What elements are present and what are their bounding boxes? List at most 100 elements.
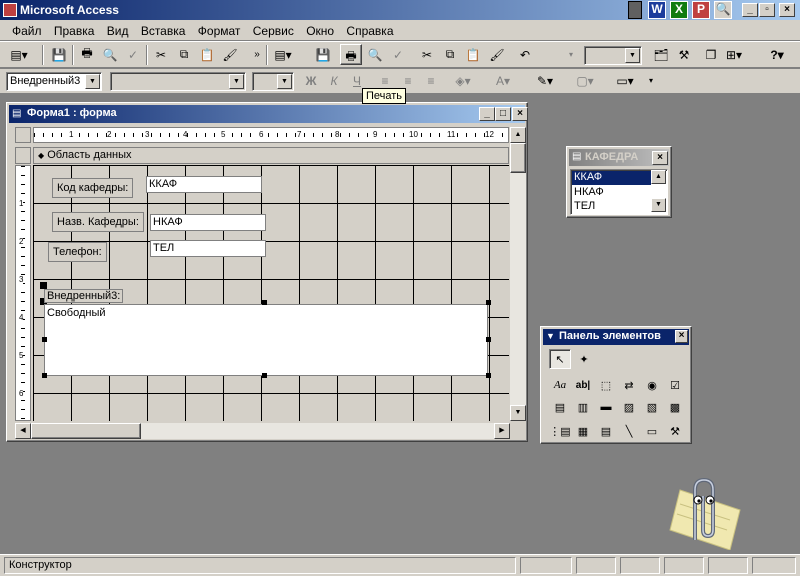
size-combo[interactable]: ▼ [252,72,294,91]
italic-icon[interactable]: К [323,70,345,91]
chevron-down-icon[interactable]: ▼ [229,74,244,89]
menu-insert[interactable]: Вставка [141,24,186,38]
form-minimize-button[interactable]: _ [479,107,495,121]
resize-handle[interactable] [42,337,47,342]
resize-handle[interactable] [486,373,491,378]
form-selector[interactable] [15,127,31,143]
print2-icon[interactable]: 🖶 [340,44,362,65]
label-nazv-kafedry[interactable]: Назв. Кафедры: [52,212,144,232]
paste2-icon[interactable]: 📋 [462,44,484,65]
hscroll-thumb[interactable] [31,423,141,439]
form-close-button[interactable]: × [512,107,528,121]
save-icon[interactable]: 💾 [48,44,70,65]
toolbox-close-button[interactable]: × [675,330,688,343]
resize-handle[interactable] [486,337,491,342]
toggle-button-icon[interactable]: ⇄ [618,375,640,395]
undo-icon[interactable]: ↶ [514,44,536,65]
scroll-up-icon[interactable]: ▲ [651,170,666,184]
chevron-down-icon[interactable]: ▼ [277,74,292,89]
scroll-left-icon[interactable]: ◀ [15,423,31,439]
move-handle[interactable] [40,282,47,289]
copy-icon[interactable]: ⧉ [173,44,195,65]
cut-icon[interactable]: ✂ [150,44,172,65]
embedded-frame[interactable]: Свободный [44,304,488,376]
border-icon[interactable]: ▢▾ [574,70,596,91]
object-combo[interactable]: Внедренный3 ▼ [6,72,102,91]
close-button[interactable]: × [779,3,795,17]
list-box-icon[interactable]: ▥ [572,397,594,417]
vertical-scrollbar[interactable]: ▲ ▼ [510,127,526,421]
resize-handle[interactable] [262,373,267,378]
scroll-down-icon[interactable]: ▼ [510,405,526,421]
resize-handle[interactable] [262,300,267,305]
scroll-right-icon[interactable]: ▶ [494,423,510,439]
field-list-box[interactable]: ККАФ НКАФ ТЕЛ ▲ ▼ [570,169,668,215]
database-window-icon[interactable]: ❐ [700,44,722,65]
line-tool-icon[interactable]: ╲ [618,421,640,441]
section-selector[interactable] [15,147,31,164]
search-icon[interactable]: 🔍 [714,1,732,19]
menu-edit[interactable]: Правка [54,24,95,38]
format-painter2-icon[interactable]: 🖌 [486,44,508,65]
field-nkaf[interactable]: НКАФ [150,214,266,231]
properties-icon[interactable]: 🗂 [650,44,672,65]
scroll-thumb[interactable] [510,143,526,173]
line-color-icon[interactable]: ✎▾ [534,70,556,91]
office-assistant-icon[interactable] [660,470,750,550]
label-tool-icon[interactable]: Aa [549,375,571,395]
subform-icon[interactable]: ▤ [595,421,617,441]
undo-dropdown-icon[interactable]: ▾ [560,44,582,65]
overflow-chevron-icon[interactable]: » [246,44,268,65]
menu-window[interactable]: Окно [306,24,334,38]
spelling2-icon[interactable]: ✓ [387,44,409,65]
option-group-icon[interactable]: ⬚ [595,375,617,395]
field-list-close-button[interactable]: × [652,151,668,165]
scroll-up-icon[interactable]: ▲ [510,127,526,143]
help-icon[interactable]: ?▾ [766,44,788,65]
page-break-icon[interactable]: ⋮▤ [549,421,571,441]
field-list-item[interactable]: ККАФ [572,171,651,185]
restore-button[interactable]: ▫ [759,3,775,17]
field-list-item[interactable]: ТЕЛ [572,200,651,214]
menu-view[interactable]: Вид [107,24,129,38]
command-button-icon[interactable]: ▬ [595,397,617,417]
view-icon[interactable]: ▤▾ [8,44,30,65]
resize-handle[interactable] [42,373,47,378]
word-icon[interactable]: W [648,1,666,19]
save2-icon[interactable]: 💾 [312,44,334,65]
menu-tools[interactable]: Сервис [253,24,294,38]
label-embedded[interactable]: Внедренный3: [44,289,124,303]
menu-format[interactable]: Формат [198,24,241,38]
bold-icon[interactable]: Ж [300,70,322,91]
horizontal-ruler[interactable]: 1 2 3 4 5 6 7 8 9 10 11 12 [33,127,509,143]
field-tel[interactable]: ТЕЛ [150,240,266,257]
option-button-icon[interactable]: ◉ [641,375,663,395]
tab-control-icon[interactable]: ▦ [572,421,594,441]
checkbox-icon[interactable]: ☑ [664,375,686,395]
fill-color-icon[interactable]: ◈▾ [452,70,474,91]
textbox-tool-icon[interactable]: ab| [572,375,594,395]
build-icon[interactable]: ⚒ [673,44,695,65]
print-icon[interactable]: 🖶 [76,44,98,65]
more-controls-icon[interactable]: ⚒ [664,421,686,441]
toolbox-menu-icon[interactable]: ▼ [546,331,555,341]
font-size-combo[interactable]: ▼ [584,46,642,65]
special-effect-icon[interactable]: ▾ [640,70,662,91]
chevron-down-icon[interactable]: ▼ [85,74,100,89]
section-header[interactable]: ◆ Область данных [33,147,509,164]
vertical-ruler[interactable]: 1 2 3 4 5 6 [15,165,31,421]
print-preview2-icon[interactable]: 🔍 [364,44,386,65]
label-telefon[interactable]: Телефон: [48,242,107,262]
chevron-down-icon[interactable]: ▼ [625,48,640,63]
combo-box-icon[interactable]: ▤ [549,397,571,417]
menu-file[interactable]: Файл [12,24,42,38]
bound-object-icon[interactable]: ▩ [664,397,686,417]
field-kkaf[interactable]: ККАФ [146,176,262,193]
select-objects-icon[interactable]: ↖ [549,349,571,369]
spelling-icon[interactable]: ✓ [122,44,144,65]
menu-help[interactable]: Справка [346,24,393,38]
minimize-button[interactable]: _ [742,3,758,17]
view2-icon[interactable]: ▤▾ [272,44,294,65]
line-width-icon[interactable]: ▭▾ [614,70,636,91]
scroll-down-icon[interactable]: ▼ [651,198,666,212]
